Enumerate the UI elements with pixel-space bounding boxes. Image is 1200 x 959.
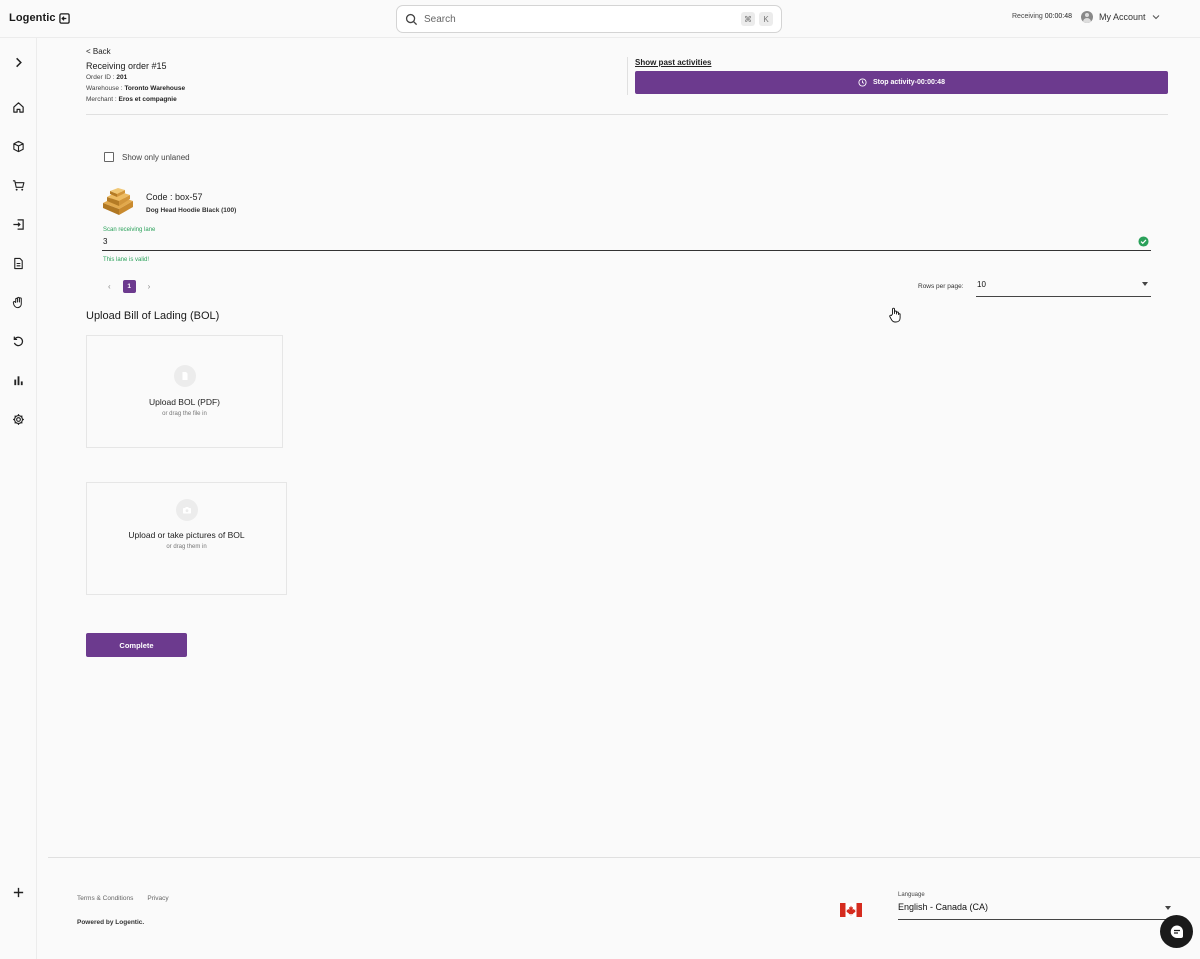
sidebar-item-returns[interactable] — [10, 333, 26, 349]
lane-input[interactable]: 3 — [103, 237, 107, 246]
sidebar-expand-button[interactable] — [10, 54, 26, 70]
logo-text: Logentic — [9, 12, 56, 24]
order-id-row: Order ID : 201 — [86, 74, 127, 81]
sidebar-add-button[interactable] — [10, 884, 26, 900]
upload-pictures-hint: or drag them in — [166, 544, 207, 550]
next-page-button[interactable]: › — [148, 282, 151, 291]
upload-bol-pdf-dropzone[interactable]: Upload BOL (PDF) or drag the file in — [86, 335, 283, 448]
prev-page-button[interactable]: ‹ — [108, 282, 111, 291]
check-circle-icon — [1138, 236, 1149, 247]
pagination: ‹ 1 › — [108, 280, 150, 293]
lane-valid-message: This lane is valid! — [103, 257, 150, 263]
sidebar-item-settings[interactable] — [10, 411, 26, 427]
chevron-right-icon — [15, 57, 22, 67]
hand-cursor-icon — [889, 307, 901, 323]
sidebar-item-picking[interactable] — [10, 294, 26, 310]
activity-timer: Receiving 00:00:48 — [1012, 13, 1072, 20]
lane-input-underline — [102, 250, 1151, 251]
merchant-value: Eros et compagnie — [118, 96, 177, 103]
shortcut-k-key: K — [759, 12, 773, 26]
file-icon — [174, 365, 196, 387]
plus-icon — [13, 887, 23, 897]
footer-divider — [48, 857, 1200, 858]
terms-link[interactable]: Terms & Conditions — [77, 895, 133, 902]
search-placeholder: Search — [424, 13, 456, 25]
product-thumbnail — [103, 188, 133, 215]
canada-flag-icon — [840, 903, 862, 917]
warehouse-label: Warehouse : — [86, 85, 123, 92]
rows-per-page-select[interactable]: 10 — [976, 278, 1151, 297]
show-unlaned-checkbox[interactable] — [104, 152, 114, 162]
dropdown-caret-icon — [1142, 282, 1148, 286]
back-link[interactable]: < Back — [86, 47, 111, 56]
merchant-label: Merchant : — [86, 96, 117, 103]
rows-per-page-value: 10 — [977, 280, 986, 289]
shortcut-cmd-key: ⌘ — [741, 12, 755, 26]
cart-icon — [12, 179, 24, 191]
account-label: My Account — [1099, 12, 1146, 22]
lane-field-label: Scan receiving lane — [103, 227, 156, 233]
page-button-current[interactable]: 1 — [122, 280, 136, 293]
sidebar-item-receiving[interactable] — [10, 216, 26, 232]
sidebar-item-products[interactable] — [10, 138, 26, 154]
warehouse-row: Warehouse : Toronto Warehouse — [86, 85, 185, 92]
top-bar: Logentic Search ⌘ K Receiving 00:00:48 M… — [0, 0, 1200, 38]
item-code: Code : box-57 — [146, 192, 203, 202]
warehouse-value: Toronto Warehouse — [124, 85, 186, 92]
avatar — [1081, 11, 1093, 23]
complete-button[interactable]: Complete — [86, 633, 187, 657]
upload-pdf-hint: or drag the file in — [162, 411, 207, 417]
footer-links: Terms & Conditions Privacy — [77, 895, 169, 902]
show-past-activities-link[interactable]: Show past activities — [635, 58, 711, 67]
clock-icon — [858, 78, 867, 87]
sidebar-item-home[interactable] — [10, 99, 26, 115]
language-value: English - Canada (CA) — [898, 902, 989, 912]
account-menu[interactable]: My Account — [1081, 11, 1160, 23]
upload-pictures-label: Upload or take pictures of BOL — [128, 530, 245, 540]
chat-icon — [1170, 925, 1183, 938]
logo-icon — [58, 12, 70, 24]
bol-section-title: Upload Bill of Lading (BOL) — [86, 310, 220, 322]
privacy-link[interactable]: Privacy — [147, 895, 168, 902]
header-divider — [627, 57, 628, 95]
undo-icon — [13, 336, 23, 346]
merchant-row: Merchant : Eros et compagnie — [86, 96, 177, 103]
document-icon — [13, 257, 23, 269]
page-title: Receiving order #15 — [86, 61, 167, 71]
sidebar-item-documents[interactable] — [10, 255, 26, 271]
home-icon — [12, 101, 24, 113]
powered-by: Powered by Logentic. — [77, 919, 145, 926]
gear-icon — [12, 413, 24, 425]
search-icon — [405, 13, 418, 25]
logo[interactable]: Logentic — [9, 12, 70, 24]
sign-in-icon — [12, 218, 24, 230]
item-product-name: Dog Head Hoodie Black (100) — [146, 207, 237, 214]
sidebar-item-orders[interactable] — [10, 177, 26, 193]
header-divider-line — [86, 114, 1168, 115]
dropdown-caret-icon — [1165, 906, 1171, 910]
show-unlaned-filter[interactable]: Show only unlaned — [104, 152, 190, 162]
sidebar — [0, 38, 37, 959]
stop-activity-label: Stop activity-00:00:48 — [873, 79, 945, 86]
chevron-down-icon — [1152, 15, 1159, 20]
hand-icon — [12, 296, 22, 308]
upload-bol-pictures-dropzone[interactable]: Upload or take pictures of BOL or drag t… — [86, 482, 287, 595]
show-unlaned-label: Show only unlaned — [122, 152, 190, 162]
language-label: Language — [898, 892, 925, 898]
order-id-value: 201 — [116, 74, 128, 81]
chat-widget-button[interactable] — [1160, 915, 1193, 948]
language-select[interactable]: English - Canada (CA) — [898, 901, 1174, 920]
search-bar[interactable]: Search ⌘ K — [396, 5, 782, 33]
activity-label: Receiving — [1012, 13, 1043, 20]
order-id-label: Order ID : — [86, 74, 115, 81]
camera-icon — [176, 499, 198, 521]
box-icon — [12, 140, 24, 152]
stop-activity-button[interactable]: Stop activity-00:00:48 — [635, 71, 1168, 94]
activity-timer-value: 00:00:48 — [1044, 13, 1072, 20]
bar-chart-icon — [13, 375, 23, 385]
sidebar-item-reports[interactable] — [10, 372, 26, 388]
rows-per-page-label: Rows per page: — [918, 283, 964, 290]
upload-pdf-label: Upload BOL (PDF) — [148, 397, 220, 407]
